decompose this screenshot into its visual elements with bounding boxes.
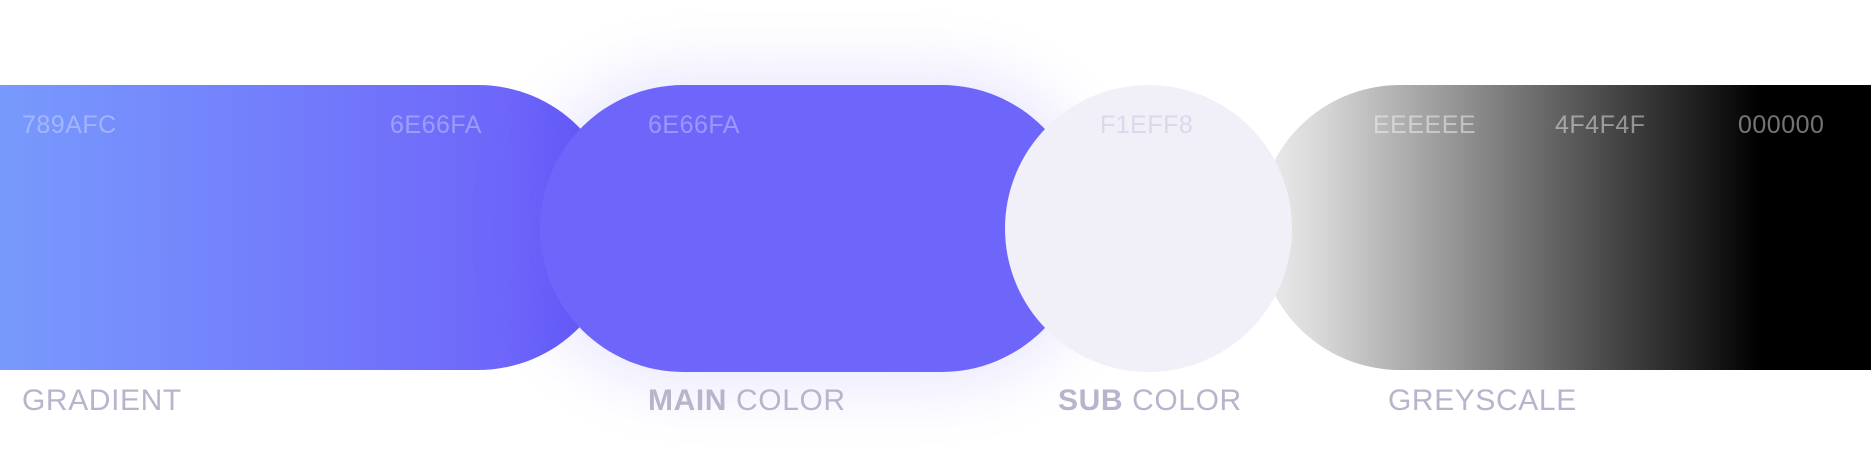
main-color-swatch (540, 85, 1085, 372)
main-color-label-rest: COLOR (736, 384, 846, 417)
sub-color-label-rest: COLOR (1132, 384, 1242, 417)
sub-color-hex: F1EFF8 (1100, 111, 1194, 139)
grey-light-hex: EEEEEE (1373, 111, 1477, 139)
main-color-label: MAIN COLOR (648, 384, 846, 418)
main-color-label-bold: MAIN (648, 384, 728, 417)
grey-dark-hex: 000000 (1738, 111, 1825, 139)
main-color-hex: 6E66FA (648, 111, 740, 139)
sub-color-label-bold: SUB (1058, 384, 1124, 417)
greyscale-label: GREYSCALE (1388, 384, 1577, 417)
sub-color-label: SUB COLOR (1058, 384, 1242, 418)
gradient-end-hex: 6E66FA (390, 111, 482, 139)
grey-mid-hex: 4F4F4F (1555, 111, 1646, 139)
gradient-start-hex: 789AFC (22, 111, 117, 139)
gradient-label: GRADIENT (22, 384, 182, 417)
